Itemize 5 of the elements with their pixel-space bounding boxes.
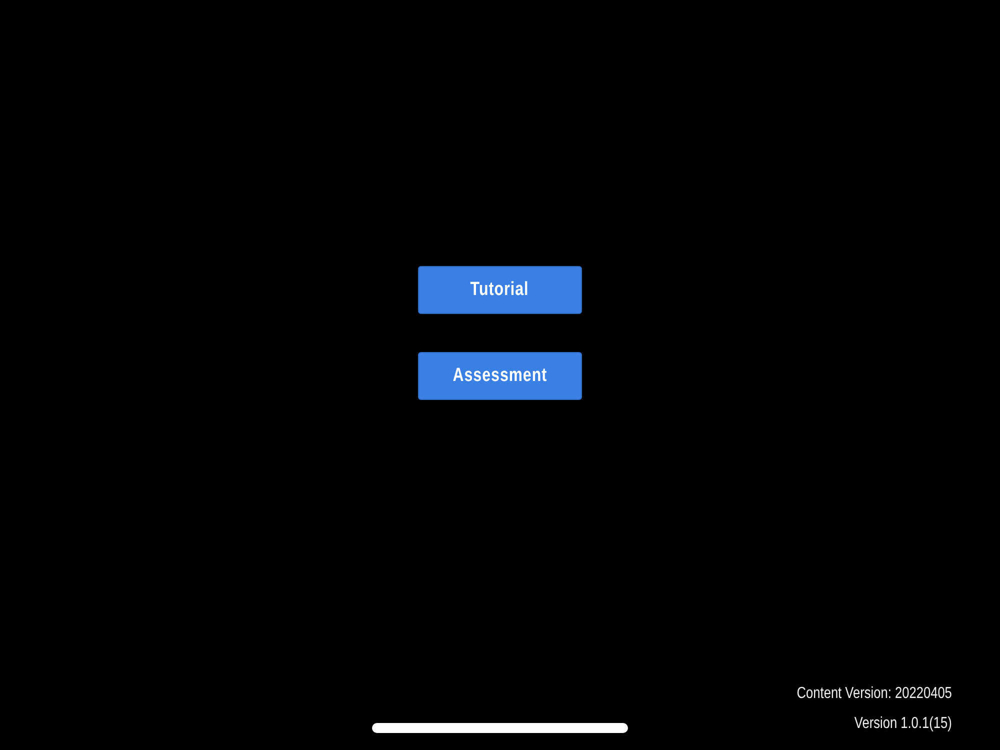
content-version-text: Content Version: 20220405 [796,684,952,704]
menu-button[interactable]: Tutorial [418,266,582,314]
menu-button[interactable]: Assessment [418,352,582,400]
home-indicator[interactable] [372,723,628,733]
app-version-text: Version 1.0.1(15) [854,714,952,734]
